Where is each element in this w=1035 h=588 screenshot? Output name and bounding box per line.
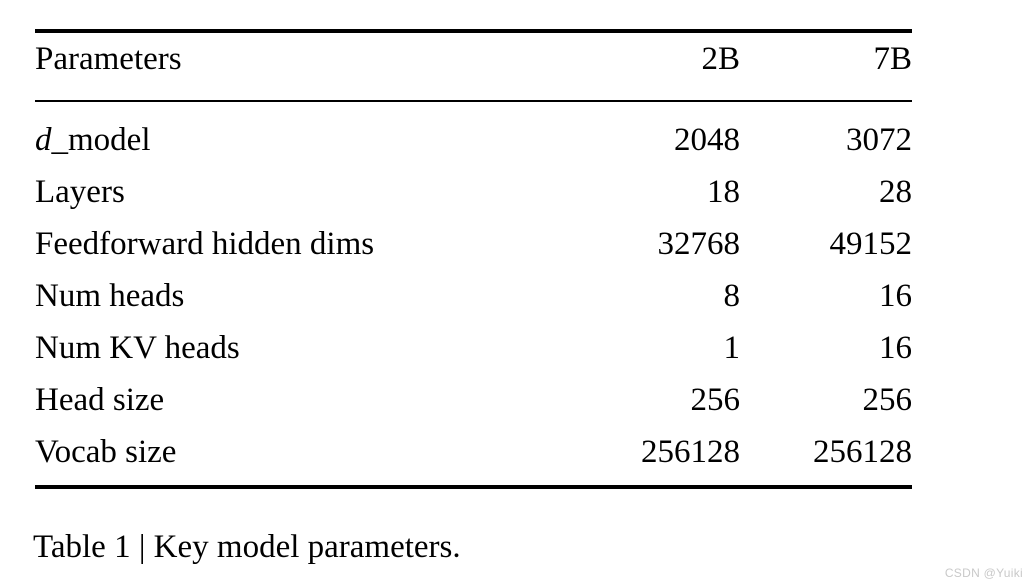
cell-7b-d-model: 3072 (846, 122, 912, 158)
row-label-feedforward-hidden-dims: Feedforward hidden dims (35, 226, 375, 262)
table-row: d_model 2048 3072 (35, 100, 912, 166)
table-row: Vocab size 256128 256128 (35, 426, 912, 478)
table-row: Num KV heads 1 16 (35, 322, 912, 374)
cell-2b-layers: 18 (707, 174, 740, 210)
row-label-num-kv-heads: Num KV heads (35, 330, 240, 366)
cell-2b-vocab-size: 256128 (641, 434, 740, 470)
cell-2b-head-size: 256 (690, 382, 741, 418)
key-model-parameters-table: Parameters 2B 7B d_model 2048 3072 Layer… (35, 33, 912, 478)
table-body: d_model 2048 3072 Layers 18 28 Feedforwa… (35, 100, 912, 478)
row-label-layers: Layers (35, 174, 125, 210)
row-label-d-model: d_model (35, 100, 568, 166)
table-row: Layers 18 28 (35, 166, 912, 218)
row-label-vocab-size: Vocab size (35, 434, 177, 470)
table-figure: Parameters 2B 7B d_model 2048 3072 Layer… (0, 0, 1035, 588)
table-caption: Table 1 | Key model parameters. (33, 529, 461, 565)
cell-7b-num-kv-heads: 16 (879, 330, 912, 366)
row-label-num-heads: Num heads (35, 278, 185, 314)
cell-2b-feedforward-hidden-dims: 32768 (657, 226, 741, 262)
table-bottom-rule (35, 485, 912, 489)
watermark: CSDN @Yuiki (944, 566, 1023, 580)
table-row: Head size 256 256 (35, 374, 912, 426)
column-header-2b: 2B (701, 41, 740, 77)
cell-2b-num-kv-heads: 1 (723, 330, 741, 366)
cell-7b-vocab-size: 256128 (813, 434, 912, 470)
column-header-parameters: Parameters (35, 41, 182, 77)
table-row: Feedforward hidden dims 32768 49152 (35, 218, 912, 270)
row-label-italic-variable: d (35, 122, 52, 158)
cell-2b-num-heads: 8 (723, 278, 741, 314)
table-row: Num heads 8 16 (35, 270, 912, 322)
table-header-row: Parameters 2B 7B (35, 33, 912, 100)
cell-7b-head-size: 256 (862, 382, 913, 418)
row-label-head-size: Head size (35, 382, 165, 418)
cell-7b-layers: 28 (879, 174, 912, 210)
table-header: Parameters 2B 7B (35, 33, 912, 100)
cell-2b-d-model: 2048 (674, 122, 740, 158)
cell-7b-feedforward-hidden-dims: 49152 (829, 226, 913, 262)
cell-7b-num-heads: 16 (879, 278, 912, 314)
column-header-7b: 7B (873, 41, 912, 77)
row-label-suffix: _model (51, 122, 151, 158)
